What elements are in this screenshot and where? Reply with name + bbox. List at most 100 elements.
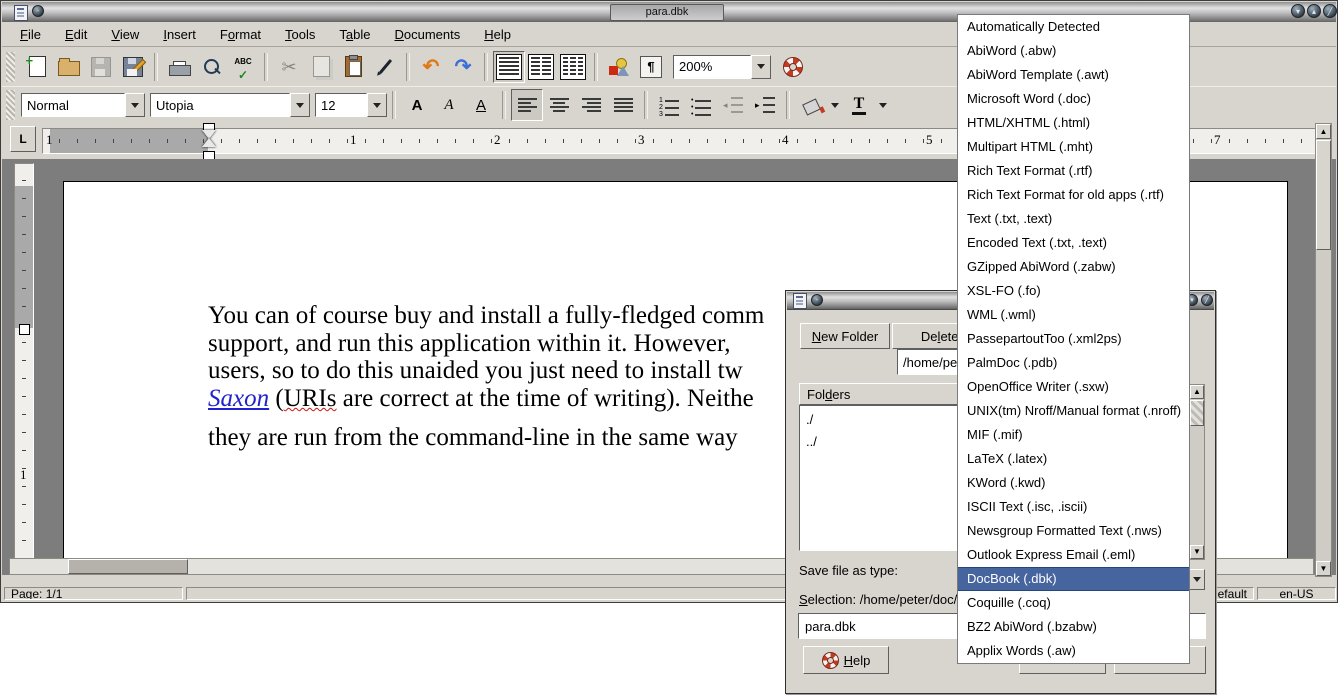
format-option[interactable]: KWord (.kwd): [958, 471, 1189, 495]
format-option[interactable]: Newsgroup Formatted Text (.nws): [958, 519, 1189, 543]
paste-button[interactable]: [337, 51, 369, 83]
two-columns-button[interactable]: [525, 51, 557, 83]
format-option[interactable]: Rich Text Format (.rtf): [958, 159, 1189, 183]
format-option[interactable]: XSL-FO (.fo): [958, 279, 1189, 303]
format-option[interactable]: PalmDoc (.pdb): [958, 351, 1189, 375]
saxon-hyperlink[interactable]: Saxon: [208, 385, 269, 412]
vertical-scrollbar-thumb[interactable]: [1316, 140, 1331, 250]
print-preview-button[interactable]: [195, 51, 227, 83]
save-as-button[interactable]: [117, 51, 149, 83]
format-option[interactable]: Encoded Text (.txt, .text): [958, 231, 1189, 255]
size-dropdown-arrow[interactable]: [367, 93, 387, 117]
indent-marker[interactable]: [202, 123, 216, 161]
zoom-dropdown-arrow[interactable]: [751, 55, 771, 79]
scroll-up-arrow[interactable]: ▲: [1316, 124, 1331, 139]
zoom-input[interactable]: 200%: [673, 55, 751, 79]
format-option[interactable]: Rich Text Format for old apps (.rtf): [958, 183, 1189, 207]
maximize-icon[interactable]: ▴: [1307, 4, 1321, 18]
format-option[interactable]: WML (.wml): [958, 303, 1189, 327]
format-option[interactable]: Microsoft Word (.doc): [958, 87, 1189, 111]
style-select[interactable]: Normal: [21, 93, 125, 117]
text-color-dropdown-arrow[interactable]: [875, 89, 891, 121]
ink-tool-button[interactable]: [369, 51, 401, 83]
style-dropdown-arrow[interactable]: [125, 93, 145, 117]
align-center-button[interactable]: [543, 89, 575, 121]
size-select[interactable]: 12: [315, 93, 367, 117]
spell-check-button[interactable]: ABC✓: [227, 51, 259, 83]
format-option[interactable]: UNIX(tm) Nroff/Manual format (.nroff): [958, 399, 1189, 423]
menu-item[interactable]: View: [99, 25, 151, 44]
undo-button[interactable]: ↶: [415, 51, 447, 83]
format-option[interactable]: BZ2 AbiWord (.bzabw): [958, 615, 1189, 639]
scroll-down-arrow[interactable]: ▼: [1190, 545, 1204, 559]
new-folder-button[interactable]: New Folder: [800, 323, 890, 349]
format-option[interactable]: AbiWord (.abw): [958, 39, 1189, 63]
underline-button[interactable]: A: [465, 89, 497, 121]
menu-item[interactable]: Insert: [151, 25, 208, 44]
top-margin-marker[interactable]: [19, 324, 30, 335]
format-option[interactable]: Applix Words (.aw): [958, 639, 1189, 663]
font-select[interactable]: Utopia: [150, 93, 290, 117]
format-option[interactable]: Automatically Detected: [958, 15, 1189, 39]
one-column-button[interactable]: [493, 51, 525, 83]
show-paragraphs-button[interactable]: ¶: [635, 51, 667, 83]
vertical-ruler[interactable]: 1: [14, 163, 34, 573]
open-button[interactable]: [53, 51, 85, 83]
redo-button[interactable]: ↷: [447, 51, 479, 83]
format-option[interactable]: AbiWord Template (.awt): [958, 63, 1189, 87]
menu-item[interactable]: Documents: [383, 25, 473, 44]
format-option[interactable]: GZipped AbiWord (.zabw): [958, 255, 1189, 279]
vertical-scrollbar[interactable]: ▲ ▼: [1315, 123, 1332, 577]
language-indicator[interactable]: en-US: [1257, 587, 1336, 600]
save-type-dropdown-arrow[interactable]: [1189, 569, 1205, 590]
highlight-button[interactable]: [795, 89, 827, 121]
menu-item[interactable]: Table: [327, 25, 382, 44]
new-document-button[interactable]: +: [21, 51, 53, 83]
format-option[interactable]: ISCII Text (.isc, .iscii): [958, 495, 1189, 519]
minimize-icon[interactable]: ▾: [1291, 4, 1305, 18]
highlight-dropdown-arrow[interactable]: [827, 89, 843, 121]
scroll-down-arrow[interactable]: ▼: [1316, 561, 1331, 576]
italic-button[interactable]: A: [433, 89, 465, 121]
numbered-list-button[interactable]: 123: [653, 89, 685, 121]
scroll-up-arrow[interactable]: ▲: [1190, 385, 1204, 399]
format-option[interactable]: Text (.txt, .text): [958, 207, 1189, 231]
align-left-button[interactable]: [511, 89, 543, 121]
format-option[interactable]: HTML/XHTML (.html): [958, 111, 1189, 135]
format-option[interactable]: PassepartoutToo (.xml2ps): [958, 327, 1189, 351]
files-list-scrollbar[interactable]: ▲ ▼: [1189, 384, 1205, 560]
menu-item[interactable]: File: [8, 25, 53, 44]
menu-item[interactable]: Format: [208, 25, 273, 44]
menu-item[interactable]: Edit: [53, 25, 99, 44]
font-dropdown-arrow[interactable]: [290, 93, 310, 117]
toolbar-grip[interactable]: [6, 52, 15, 82]
format-option[interactable]: Coquille (.coq): [958, 591, 1189, 615]
bullet-list-button[interactable]: •••: [685, 89, 717, 121]
align-justify-button[interactable]: [607, 89, 639, 121]
format-option[interactable]: Outlook Express Email (.eml): [958, 543, 1189, 567]
close-icon[interactable]: ╱: [1323, 4, 1337, 18]
three-columns-button[interactable]: [557, 51, 589, 83]
print-button[interactable]: [163, 51, 195, 83]
toolbar-grip[interactable]: [6, 90, 15, 120]
files-scrollbar-thumb[interactable]: [1190, 400, 1204, 426]
tab-stop-selector[interactable]: L: [10, 126, 36, 152]
bold-button[interactable]: A: [401, 89, 433, 121]
align-right-button[interactable]: [575, 89, 607, 121]
menu-item[interactable]: Tools: [273, 25, 327, 44]
text-color-button[interactable]: T: [843, 89, 875, 121]
help-button[interactable]: [777, 51, 809, 83]
dialog-close-icon[interactable]: ╱: [1201, 294, 1213, 306]
format-option[interactable]: OpenOffice Writer (.sxw): [958, 375, 1189, 399]
window-menu-button[interactable]: -: [32, 5, 44, 17]
dialog-window-menu-button[interactable]: -: [811, 294, 823, 306]
format-option[interactable]: LaTeX (.latex): [958, 447, 1189, 471]
increase-indent-button[interactable]: ▸: [749, 89, 781, 121]
format-option[interactable]: MIF (.mif): [958, 423, 1189, 447]
dialog-help-button[interactable]: Help: [803, 646, 889, 674]
horizontal-scrollbar-thumb[interactable]: [68, 559, 188, 574]
menu-item[interactable]: Help: [472, 25, 523, 44]
format-option[interactable]: DocBook (.dbk): [958, 567, 1189, 591]
format-option[interactable]: Multipart HTML (.mht): [958, 135, 1189, 159]
insert-image-button[interactable]: [603, 51, 635, 83]
